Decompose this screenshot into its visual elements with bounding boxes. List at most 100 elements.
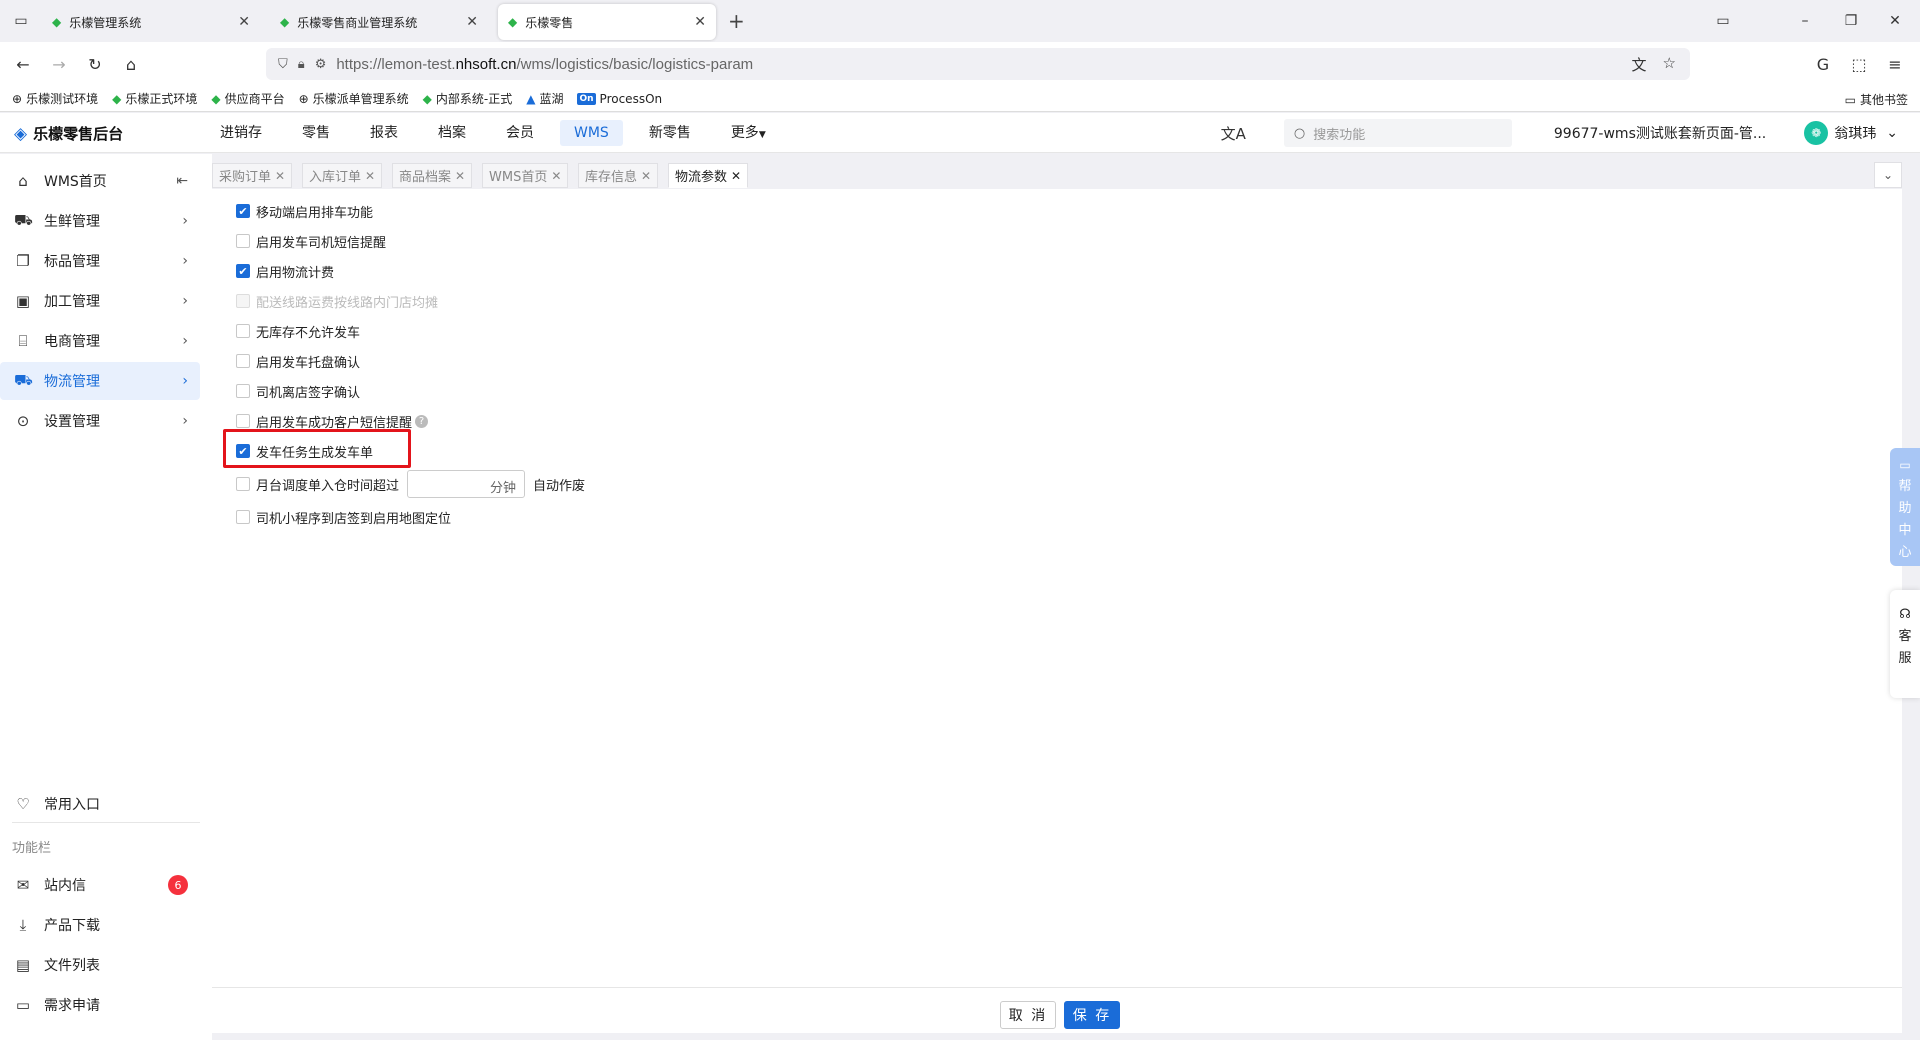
permissions-icon[interactable]: ⚙ (315, 57, 327, 72)
menu-item-members[interactable]: 会员 (492, 120, 548, 146)
mail-icon: ✉ (16, 876, 30, 894)
menu-item-retail[interactable]: 零售 (288, 120, 344, 146)
checkbox[interactable] (236, 414, 250, 428)
menu-item-inventory[interactable]: 进销存 (206, 120, 276, 146)
reload-icon[interactable]: ↻ (84, 53, 106, 75)
language-icon[interactable]: 文A (1221, 123, 1246, 144)
bookmark-item[interactable]: ⊕ 乐檬派单管理系统 (299, 90, 409, 107)
close-icon[interactable]: ✕ (731, 169, 741, 183)
setting-no-stock-no-dispatch[interactable]: 无库存不允许发车 (236, 321, 360, 341)
bookmark-item[interactable]: ◆ 内部系统-正式 (423, 90, 513, 107)
lock-icon[interactable]: 🔒︎ (298, 57, 305, 72)
bookmark-star-icon[interactable]: ☆ (1663, 54, 1676, 75)
page-tab-stock-info[interactable]: 库存信息 ✕ (578, 163, 659, 188)
home-icon[interactable]: ⌂ (120, 53, 142, 75)
account-selector[interactable]: 99677-wms测试账套新页面-管... (1554, 123, 1766, 143)
tabs-dropdown-icon[interactable]: ⌄ (1874, 162, 1902, 188)
setting-driver-sms[interactable]: 启用发车司机短信提醒 (236, 231, 386, 251)
setting-pallet-confirm[interactable]: 启用发车托盘确认 (236, 351, 360, 371)
page-tab-inbound-order[interactable]: 入库订单 ✕ (302, 163, 383, 188)
collapse-sidebar-icon[interactable]: ⇤ (176, 173, 188, 189)
checkbox[interactable] (236, 510, 250, 524)
lemon-favicon-icon: ◆ (508, 15, 518, 29)
customer-service-widget[interactable]: ☊ 客 服 (1890, 590, 1920, 698)
sidebar-item-fresh[interactable]: ⛟ 生鲜管理 › (0, 202, 200, 240)
checkbox[interactable] (236, 324, 250, 338)
minimize-icon[interactable]: – (1794, 10, 1816, 32)
close-icon[interactable]: ✕ (275, 169, 285, 183)
bookmark-item[interactable]: ▲ 蓝湖 (526, 90, 563, 107)
checkbox[interactable] (236, 234, 250, 248)
checkbox-checked[interactable]: ✔ (236, 444, 250, 458)
sidebar-item-product[interactable]: ❐ 标品管理 › (0, 242, 200, 280)
checkbox[interactable] (236, 354, 250, 368)
setting-generate-dispatch-order[interactable]: ✔ 发车任务生成发车单 (236, 441, 373, 461)
chevron-down-icon: ⌄ (1886, 125, 1898, 141)
setting-customer-sms[interactable]: 启用发车成功客户短信提醒 ? (236, 411, 429, 431)
cancel-button[interactable]: 取 消 (1000, 1001, 1056, 1029)
close-icon[interactable]: ✕ (641, 169, 651, 183)
shield-icon[interactable]: ⛉ (278, 57, 288, 72)
restore-icon[interactable]: ❐ (1840, 10, 1862, 32)
sidebar-item-settings[interactable]: ⊙ 设置管理 › (0, 402, 200, 440)
function-search-input[interactable]: ○ 搜索功能 (1283, 119, 1512, 147)
setting-logistics-billing[interactable]: ✔ 启用物流计费 (236, 261, 334, 281)
close-icon[interactable]: ✕ (365, 169, 375, 183)
checkbox[interactable] (236, 384, 250, 398)
menu-item-reports[interactable]: 报表 (356, 120, 412, 146)
back-icon[interactable]: ← (12, 53, 34, 75)
sidebar-item-requests[interactable]: ▭ 需求申请 (0, 986, 200, 1024)
bookmark-item[interactable]: On ProcessOn (577, 92, 662, 106)
setting-miniapp-map-location[interactable]: 司机小程序到店签到启用地图定位 (236, 507, 451, 527)
setting-dock-auto-void[interactable]: 月台调度单入仓时间超过 分钟 自动作废 (236, 470, 585, 498)
page-tab-logistics-param[interactable]: 物流参数 ✕ (668, 163, 749, 188)
translate-icon[interactable]: 文 (1632, 54, 1647, 75)
checkbox-checked[interactable]: ✔ (236, 204, 250, 218)
checkbox-checked[interactable]: ✔ (236, 264, 250, 278)
menu-item-more[interactable]: 更多▼ (717, 120, 780, 146)
setting-mobile-dispatch[interactable]: ✔ 移动端启用排车功能 (236, 201, 373, 221)
bookmark-item[interactable]: ◆ 供应商平台 (211, 90, 284, 107)
close-tab-icon[interactable]: ✕ (238, 14, 250, 30)
sidebar-item-process[interactable]: ▣ 加工管理 › (0, 282, 200, 320)
checkbox[interactable] (236, 477, 250, 491)
sidebar-item-logistics[interactable]: ⛟ 物流管理 › (0, 362, 200, 400)
menu-item-wms[interactable]: WMS (560, 120, 623, 146)
menu-item-archive[interactable]: 档案 (424, 120, 480, 146)
browser-tab-3[interactable]: ◆ 乐檬零售 ✕ (498, 4, 716, 40)
help-question-icon[interactable]: ? (415, 414, 429, 428)
bookmark-item[interactable]: ⊕ 乐檬测试环境 (12, 90, 98, 107)
close-icon[interactable]: ✕ (551, 169, 561, 183)
help-center-widget[interactable]: ▭ 帮 助 中 心 (1890, 448, 1920, 566)
page-tab-purchase-order[interactable]: 采购订单 ✕ (212, 163, 293, 188)
other-bookmarks[interactable]: ▭ 其他书签 (1845, 91, 1908, 108)
menu-icon[interactable]: ≡ (1884, 53, 1906, 75)
forward-icon[interactable]: → (48, 53, 70, 75)
sidebar-item-wms-home[interactable]: ⌂ WMS首页 ⇤ (0, 162, 200, 200)
save-button[interactable]: 保 存 (1064, 1001, 1120, 1029)
close-tab-icon[interactable]: ✕ (694, 14, 706, 30)
sidebar-toggle-icon[interactable]: ▭ (1712, 10, 1734, 32)
setting-driver-signature[interactable]: 司机离店签字确认 (236, 381, 360, 401)
page-tab-wms-home[interactable]: WMS首页 ✕ (482, 163, 569, 188)
app-logo[interactable]: ◈ 乐檬零售后台 (14, 123, 123, 144)
sidebar-item-download[interactable]: ⤓ 产品下载 (0, 906, 200, 944)
tab-overview-icon[interactable]: ▭ (10, 10, 32, 32)
extensions-icon[interactable]: ⬚ (1848, 53, 1870, 75)
user-menu[interactable]: ❁ 翁琪玮 ⌄ (1804, 121, 1898, 145)
sidebar-item-ecommerce[interactable]: ⌸ 电商管理 › (0, 322, 200, 360)
address-bar[interactable]: ⛉ 🔒︎ ⚙ https://lemon-test.nhsoft.cn/wms/… (266, 48, 1690, 80)
extension-g-icon[interactable]: G (1812, 53, 1834, 75)
browser-tab-2[interactable]: ◆ 乐檬零售商业管理系统 ✕ (270, 4, 488, 40)
sidebar-item-favorites[interactable]: ♡ 常用入口 (0, 785, 200, 823)
browser-tab-1[interactable]: ◆ 乐檬管理系统 ✕ (42, 4, 260, 40)
close-window-icon[interactable]: ✕ (1884, 10, 1906, 32)
page-tab-product-archive[interactable]: 商品档案 ✕ (392, 163, 473, 188)
sidebar-item-files[interactable]: ▤ 文件列表 (0, 946, 200, 984)
close-tab-icon[interactable]: ✕ (466, 14, 478, 30)
bookmark-item[interactable]: ◆ 乐檬正式环境 (112, 90, 197, 107)
new-tab-button[interactable]: + (728, 10, 745, 32)
minutes-input[interactable]: 分钟 (407, 470, 526, 498)
close-icon[interactable]: ✕ (455, 169, 465, 183)
menu-item-new-retail[interactable]: 新零售 (635, 120, 705, 146)
